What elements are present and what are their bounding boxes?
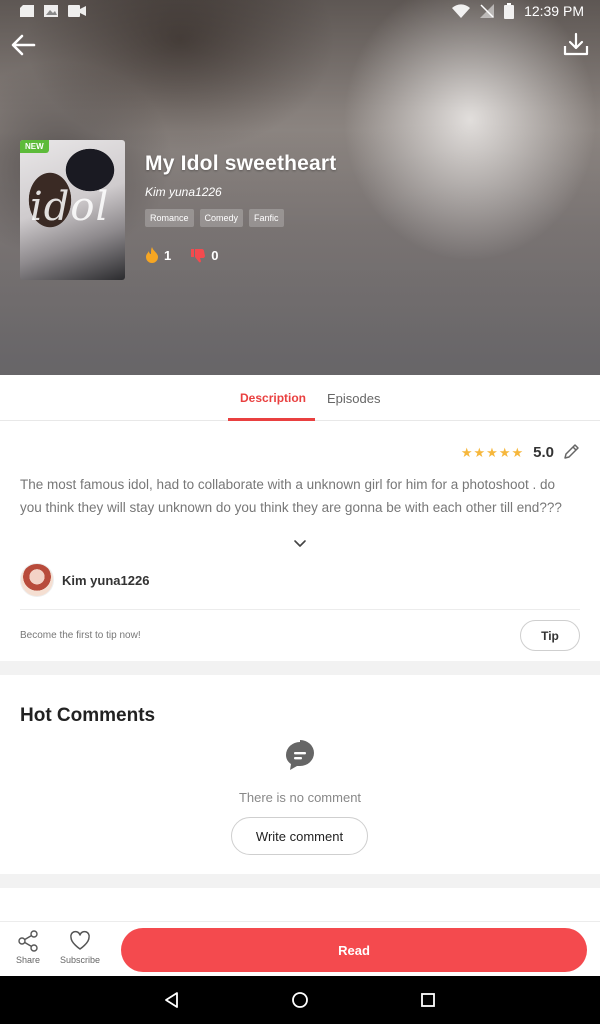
star-icon: ★ <box>486 444 498 460</box>
star-icon: ★ <box>473 444 486 460</box>
star-icon: ★ <box>498 444 511 460</box>
section-divider <box>0 661 600 675</box>
wifi-icon <box>452 4 471 18</box>
genre-tag[interactable]: Comedy <box>199 209 244 227</box>
genre-tag[interactable]: Fanfic <box>249 209 284 227</box>
author-name: Kim yuna1226 <box>62 572 150 588</box>
dislike-count: 0 <box>211 247 219 263</box>
comment-bubble-icon <box>286 740 314 770</box>
new-badge: NEW <box>20 140 49 153</box>
divider <box>20 609 580 610</box>
cover-title-art: idol <box>30 184 110 230</box>
star-icon: ★ <box>460 444 473 460</box>
edit-icon[interactable] <box>562 443 580 461</box>
tab-episodes[interactable]: Episodes <box>327 391 380 406</box>
rating-row: ★ ★ ★ ★ ★ 5.0 <box>461 443 580 461</box>
book-info: My Idol sweetheart Kim yuna1226 Romance … <box>145 152 336 263</box>
star-icon: ★ <box>511 444 524 460</box>
subscribe-label: Subscribe <box>59 955 101 965</box>
book-header: 12:39 PM idol NEW My Idol sweetheart Kim… <box>0 0 600 375</box>
tip-prompt: Become the first to tip now! <box>20 630 141 641</box>
image-icon <box>44 5 58 17</box>
share-button[interactable]: Share <box>6 930 50 965</box>
reactions: 1 0 <box>145 247 336 263</box>
bottom-action-bar: Share Subscribe Read <box>0 921 600 976</box>
like-reaction[interactable]: 1 <box>145 247 171 263</box>
subscribe-button[interactable]: Subscribe <box>58 930 102 965</box>
thumbs-down-icon <box>191 248 206 262</box>
comments-title: Hot Comments <box>20 705 156 726</box>
nav-home-icon[interactable] <box>290 990 310 1010</box>
share-label: Share <box>15 955 41 965</box>
nav-back-icon[interactable] <box>162 990 182 1010</box>
battery-icon <box>504 3 515 19</box>
heart-icon <box>70 930 90 950</box>
back-arrow-icon[interactable] <box>8 30 38 60</box>
genre-tags: Romance Comedy Fanfic <box>145 209 336 227</box>
write-comment-button[interactable]: Write comment <box>231 817 368 855</box>
author-row[interactable]: Kim yuna1226 <box>20 563 149 597</box>
status-time: 12:39 PM <box>524 3 584 19</box>
book-cover[interactable]: idol NEW <box>20 140 125 280</box>
description-text: The most famous idol, had to collaborate… <box>20 477 562 515</box>
dislike-reaction[interactable]: 0 <box>191 248 218 263</box>
book-author[interactable]: Kim yuna1226 <box>145 185 336 199</box>
download-icon[interactable] <box>562 30 590 60</box>
star-rating: ★ ★ ★ ★ ★ <box>461 446 523 459</box>
active-tab-indicator <box>228 418 315 421</box>
avatar <box>20 563 54 597</box>
like-count: 1 <box>164 247 172 263</box>
nav-recents-icon[interactable] <box>418 990 438 1010</box>
read-button[interactable]: Read <box>121 928 587 972</box>
no-signal-icon <box>480 4 495 18</box>
tip-button[interactable]: Tip <box>520 620 580 651</box>
fire-icon <box>146 247 158 263</box>
tab-description[interactable]: Description <box>240 391 306 405</box>
tab-bar: Description Episodes <box>0 375 600 421</box>
section-divider <box>0 874 600 888</box>
system-nav-bar <box>0 976 600 1024</box>
no-comment-text: There is no comment <box>238 790 362 805</box>
sd-card-icon <box>20 5 34 17</box>
status-bar: 12:39 PM <box>0 0 600 24</box>
genre-tag[interactable]: Romance <box>145 209 194 227</box>
book-title: My Idol sweetheart <box>145 152 337 175</box>
chevron-down-icon[interactable] <box>292 537 308 551</box>
share-icon <box>18 930 38 952</box>
video-icon <box>68 5 86 17</box>
rating-value: 5.0 <box>533 443 554 461</box>
